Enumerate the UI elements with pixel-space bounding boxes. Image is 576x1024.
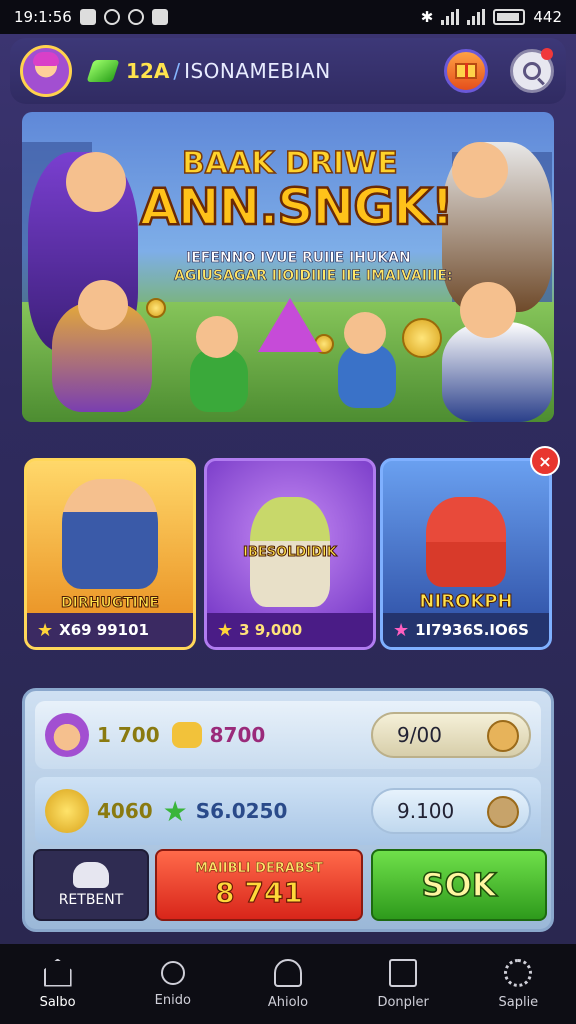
card-footer: ★ 1I7936S.IO6S xyxy=(383,613,549,647)
triangle-gem-icon xyxy=(258,298,322,352)
search-icon xyxy=(160,960,185,985)
navigation-icon xyxy=(79,9,96,25)
card-footer: ★ X69 99101 xyxy=(27,613,193,647)
battery-icon xyxy=(493,9,526,25)
star-icon: ★ xyxy=(37,619,54,641)
promo-banner[interactable]: BAAK DRIWE ANN.SNGK! IEFENNO IVUE RUIIE … xyxy=(22,112,554,422)
main-action-label: MAIIBLI DERABST xyxy=(194,861,324,877)
treasure-icon xyxy=(171,722,202,748)
pill-value: 9/00 xyxy=(397,723,442,747)
shield-icon xyxy=(487,796,519,828)
card-value: 1I7936S.IO6S xyxy=(415,621,529,639)
nav-item-alerts[interactable]: Ahiolo xyxy=(238,958,338,1010)
document-icon xyxy=(389,958,418,987)
event-card[interactable]: NIROKPH ★ 1I7936S.IO6S xyxy=(380,458,552,650)
bell-icon xyxy=(273,958,302,987)
report-button[interactable]: RETBENT xyxy=(33,849,149,921)
avatar[interactable] xyxy=(20,45,72,97)
battery-level: 442 xyxy=(533,8,562,26)
nav-item-documents[interactable]: Donpler xyxy=(353,958,453,1010)
status-bar: 19:1:56 ✱ 442 xyxy=(0,0,576,34)
card-title: NIROKPH xyxy=(419,591,513,613)
cloud-icon xyxy=(73,862,109,888)
player-level: 12A xyxy=(126,59,170,83)
resource-panel: 1 700 8700 9/00 4060 ★ S6.0250 9.100 RET… xyxy=(22,688,554,932)
gift-icon xyxy=(455,63,477,79)
top-bar: 12A / ISONAMEBIAN xyxy=(10,38,566,104)
gift-button[interactable] xyxy=(444,49,488,93)
coin-icon xyxy=(146,298,166,318)
nav-item-settings[interactable]: Saplie xyxy=(468,958,568,1010)
hero-head xyxy=(66,152,126,212)
search-icon xyxy=(523,62,541,80)
game-lobby: 12A / ISONAMEBIAN BAAK DRIWE ANN.SNGK! I… xyxy=(0,34,576,944)
nav-label: Donpler xyxy=(377,994,429,1010)
home-icon xyxy=(43,958,72,987)
banner-subtitle-line1: IEFENNO IVUE RUIIE IHUKAN xyxy=(186,250,411,267)
sync-icon xyxy=(103,9,120,25)
app-icon xyxy=(151,9,168,25)
gear-icon xyxy=(504,958,533,987)
gold-icon xyxy=(45,789,89,833)
nav-item-home[interactable]: Salbo xyxy=(8,958,108,1010)
kid-head xyxy=(78,280,128,330)
card-title: DIRHUGTINE xyxy=(61,595,160,612)
search-button[interactable] xyxy=(510,48,554,93)
coin-bag-icon xyxy=(487,720,519,752)
resource-value: 8700 xyxy=(209,723,266,747)
kid-character xyxy=(442,322,552,422)
card-value: 3 9,000 xyxy=(239,621,303,639)
nav-label: Saplie xyxy=(498,994,539,1010)
player-separator: / xyxy=(173,59,181,83)
card-footer: ★ 3 9,000 xyxy=(207,613,373,647)
report-label: RETBENT xyxy=(58,892,124,908)
nav-label: Ahiolo xyxy=(267,994,309,1010)
kid-head xyxy=(460,282,516,338)
kid-head xyxy=(344,312,386,354)
card-title: IBESOLDIDIK xyxy=(243,545,338,561)
gem-icon xyxy=(86,60,120,82)
hero-head xyxy=(452,142,508,198)
banner-subtitle-line2: AGIUSAGAR IIOIDIIIE IIE IMAIVAIIIE: xyxy=(174,268,453,285)
bluetooth-icon: ✱ xyxy=(420,8,434,26)
main-action-value: 8 741 xyxy=(215,875,304,909)
signal-icon-2 xyxy=(467,9,486,25)
status-time: 19:1:56 xyxy=(14,8,72,26)
close-icon[interactable]: × xyxy=(530,446,560,476)
nav-label: Salbo xyxy=(39,994,76,1010)
event-cards: DIRHUGTINE ★ X69 99101 IBESOLDIDIK ★ 3 9… xyxy=(24,446,560,654)
card-value: X69 99101 xyxy=(59,621,149,639)
event-card[interactable]: IBESOLDIDIK ★ 3 9,000 xyxy=(204,458,376,650)
card-character xyxy=(62,479,158,589)
notification-icon xyxy=(127,9,144,25)
player-info: 12A / ISONAMEBIAN xyxy=(126,59,331,83)
kid-head xyxy=(196,316,238,358)
signal-icon xyxy=(441,9,460,25)
star-icon: ★ xyxy=(162,794,188,828)
ok-button[interactable]: SOK xyxy=(371,849,547,921)
resource-pill[interactable]: 9.100 xyxy=(371,788,531,834)
resource-row: 4060 ★ S6.0250 9.100 xyxy=(35,777,541,845)
nav-label: Enido xyxy=(154,992,191,1008)
bottom-nav: Salbo Enido Ahiolo Donpler Saplie xyxy=(0,944,576,1024)
banner-title-line1: BAAK DRIWE xyxy=(181,145,398,182)
coin-icon xyxy=(402,318,442,358)
star-icon: ★ xyxy=(217,619,234,641)
event-card[interactable]: DIRHUGTINE ★ X69 99101 xyxy=(24,458,196,650)
resource-value: 4060 xyxy=(97,799,153,823)
resource-value: 1 700 xyxy=(97,723,160,747)
notification-dot xyxy=(541,48,553,60)
pill-value: 9.100 xyxy=(397,799,455,823)
star-icon: ★ xyxy=(393,619,410,641)
resource-row: 1 700 8700 9/00 xyxy=(35,701,541,769)
character-icon xyxy=(45,713,89,757)
nav-item-search[interactable]: Enido xyxy=(123,960,223,1008)
resource-pill[interactable]: 9/00 xyxy=(371,712,531,758)
action-bar: RETBENT MAIIBLI DERABST 8 741 SOK xyxy=(33,849,547,923)
player-name: ISONAMEBIAN xyxy=(184,59,331,83)
resource-value: S6.0250 xyxy=(195,799,288,823)
card-character xyxy=(426,497,506,587)
main-action-button[interactable]: MAIIBLI DERABST 8 741 xyxy=(155,849,363,921)
banner-title-line2: ANN.SNGK! xyxy=(139,177,455,238)
